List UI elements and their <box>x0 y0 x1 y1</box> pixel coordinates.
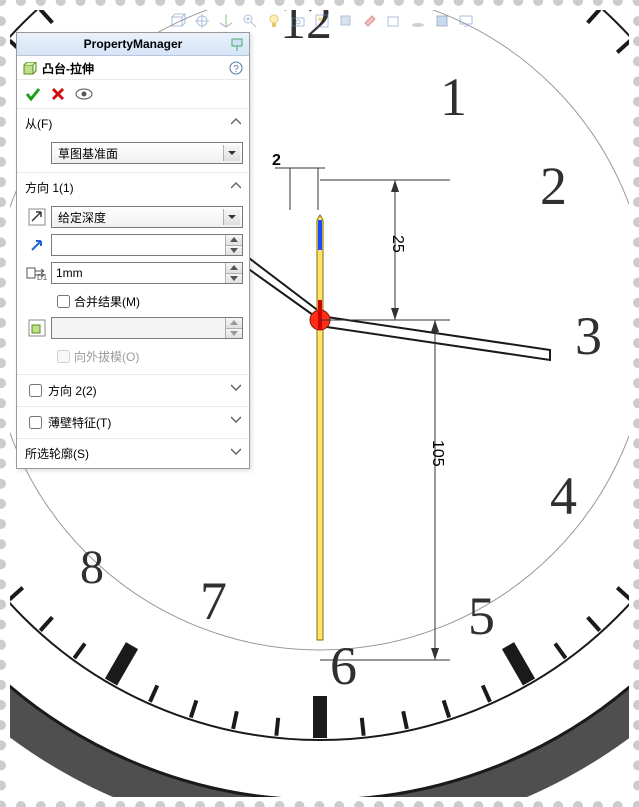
from-label: 从(F) <box>25 115 52 132</box>
direction-vector-input[interactable] <box>51 234 243 256</box>
feature-name: 凸台-拉伸 <box>42 60 94 77</box>
selected-contours-label: 所选轮廓(S) <box>25 445 89 462</box>
numeral-2: 2 <box>540 155 567 217</box>
spinner[interactable] <box>225 318 242 338</box>
spinner[interactable] <box>225 235 242 255</box>
draft-outward-label: 向外拔模(O) <box>74 348 139 365</box>
depth-icon: D1 <box>26 265 48 281</box>
feature-scope-icon[interactable] <box>28 319 46 337</box>
view-toolbar <box>10 10 629 32</box>
end-condition-select[interactable]: 给定深度 <box>51 206 243 228</box>
chevron-down-icon <box>223 145 240 161</box>
extrude-boss-icon <box>23 62 37 76</box>
draft-outward-checkbox: 向外拔模(O) <box>23 347 243 366</box>
ok-button[interactable] <box>25 86 41 102</box>
panel-title: PropertyManager <box>17 33 249 56</box>
property-manager-panel: PropertyManager 凸台-拉伸 ? 从(F) <box>16 32 250 469</box>
thin-feature-toggle[interactable]: 薄壁特征(T) <box>17 407 249 439</box>
numeral-1: 1 <box>440 66 467 128</box>
direction-arrow-icon <box>30 238 44 252</box>
thin-feature-checkbox[interactable] <box>29 416 42 429</box>
chevron-down-icon <box>231 447 241 457</box>
magnify-plus-icon[interactable] <box>242 13 258 29</box>
selected-contours-toggle[interactable]: 所选轮廓(S) <box>17 439 249 468</box>
direction2-label: 方向 2(2) <box>48 382 97 399</box>
axis-icon[interactable] <box>218 13 234 29</box>
numeral-4: 4 <box>550 465 577 527</box>
numeral-7: 7 <box>200 570 227 632</box>
direction1-label: 方向 1(1) <box>25 179 74 196</box>
paint-icon[interactable] <box>362 13 378 29</box>
target-icon[interactable] <box>194 13 210 29</box>
scene-icon[interactable] <box>314 13 330 29</box>
cube-icon[interactable] <box>170 13 186 29</box>
dim-width: 2 <box>272 152 281 170</box>
from-condition-value: 草图基准面 <box>58 145 118 162</box>
numeral-3: 3 <box>575 305 602 367</box>
merge-result-checkbox[interactable]: 合并结果(M) <box>23 292 243 311</box>
feature-scope-input[interactable] <box>51 317 243 339</box>
chevron-down-icon <box>223 209 240 225</box>
cube-shaded-icon[interactable] <box>434 13 450 29</box>
shadow-icon[interactable] <box>410 13 426 29</box>
numeral-6: 6 <box>330 635 357 697</box>
cube-shadow-icon[interactable] <box>338 13 354 29</box>
cancel-button[interactable] <box>51 87 65 101</box>
help-icon[interactable]: ? <box>229 61 243 75</box>
spin-up-icon[interactable] <box>226 235 242 245</box>
chevron-down-icon <box>231 415 241 425</box>
reverse-direction-button[interactable] <box>28 208 46 226</box>
merge-result-label: 合并结果(M) <box>74 293 140 310</box>
dim-lower: 105 <box>428 440 446 467</box>
direction2-checkbox[interactable] <box>29 384 42 397</box>
spin-up-icon[interactable] <box>226 318 242 328</box>
direction2-toggle[interactable]: 方向 2(2) <box>17 375 249 407</box>
chevron-down-icon <box>231 383 241 393</box>
numeral-5: 5 <box>468 585 495 647</box>
depth-value: 1mm <box>56 266 83 280</box>
direction1-header[interactable]: 方向 1(1) <box>17 173 249 200</box>
svg-text:D1: D1 <box>37 273 48 281</box>
end-condition-value: 给定深度 <box>58 209 106 226</box>
thin-feature-label: 薄壁特征(T) <box>48 414 111 431</box>
monitor-icon[interactable] <box>458 13 474 29</box>
preview-button[interactable] <box>75 87 93 101</box>
spinner[interactable] <box>225 263 242 283</box>
chevron-up-icon <box>231 117 241 127</box>
spin-up-icon[interactable] <box>226 263 242 273</box>
camera-icon[interactable] <box>290 13 306 29</box>
bulb-icon[interactable] <box>266 13 282 29</box>
numeral-8: 8 <box>80 540 104 595</box>
depth-input[interactable]: 1mm <box>51 262 243 284</box>
from-condition-select[interactable]: 草图基准面 <box>51 142 243 164</box>
from-header[interactable]: 从(F) <box>17 109 249 136</box>
pushpin-icon[interactable] <box>229 36 245 52</box>
chevron-up-icon <box>231 181 241 191</box>
cube-wire-icon[interactable] <box>386 13 402 29</box>
spin-down-icon[interactable] <box>226 273 242 284</box>
svg-text:?: ? <box>233 64 239 75</box>
spin-down-icon[interactable] <box>226 245 242 256</box>
draft-outward-input <box>57 350 70 363</box>
dim-upper: 25 <box>388 235 406 253</box>
feature-row: 凸台-拉伸 ? <box>17 56 249 80</box>
spin-down-icon[interactable] <box>226 328 242 339</box>
panel-title-text: PropertyManager <box>84 37 183 51</box>
merge-result-input[interactable] <box>57 295 70 308</box>
